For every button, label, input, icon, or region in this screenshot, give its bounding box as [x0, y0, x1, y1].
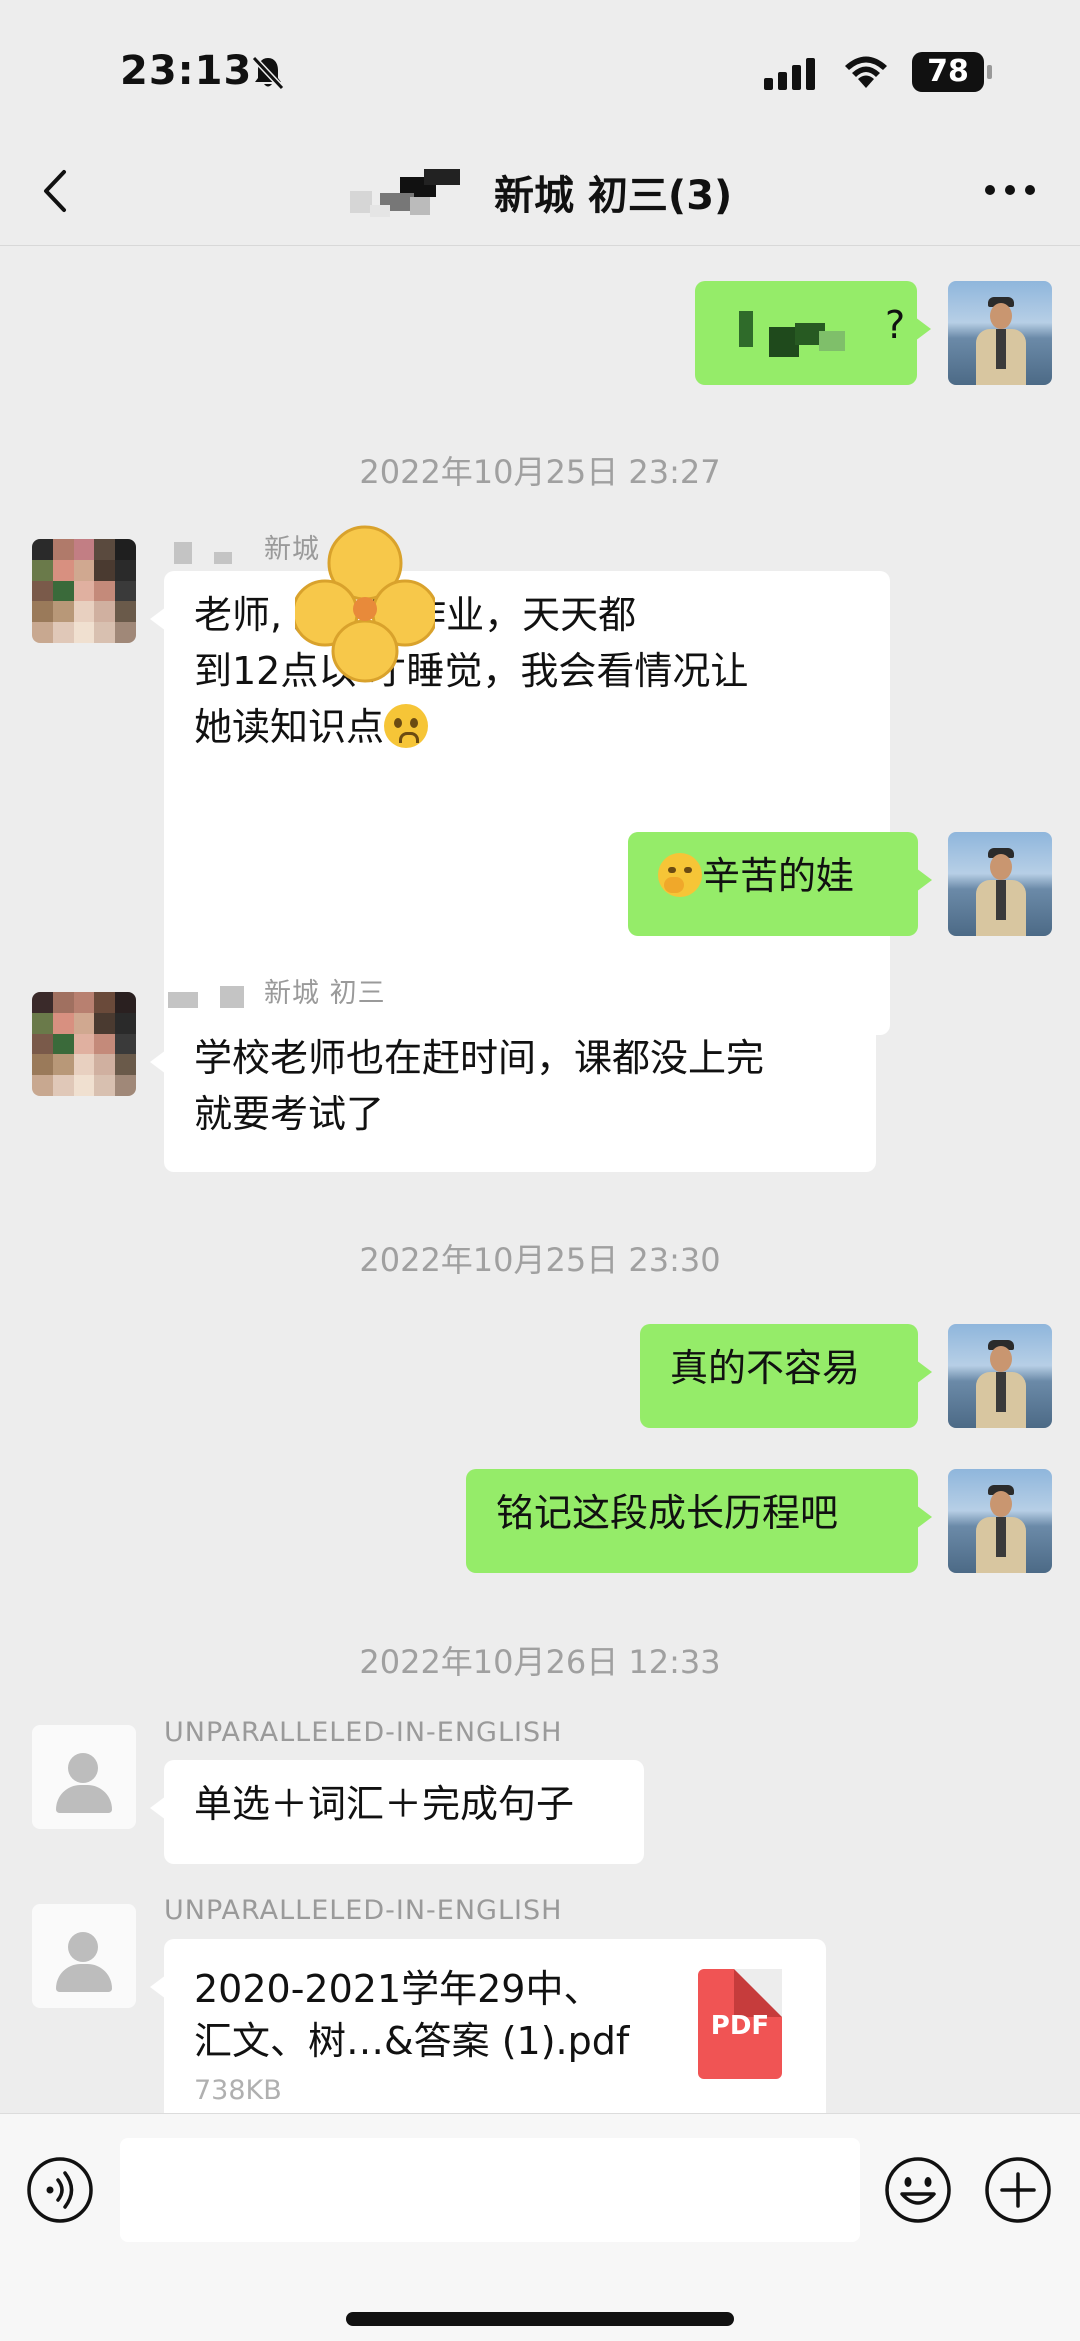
home-indicator[interactable] — [346, 2312, 734, 2326]
battery-indicator: 78 — [912, 52, 992, 92]
message-line: 学校老师也在赶时间，课都没上完 — [194, 1036, 765, 1080]
message-text: ? — [885, 303, 906, 347]
incoming-message-bubble[interactable]: 单选＋词汇＋完成句子 — [150, 1760, 644, 1864]
emoji-picker-icon[interactable] — [884, 2156, 952, 2224]
wifi-icon — [845, 56, 887, 88]
back-arrow-icon[interactable] — [30, 164, 84, 218]
message-input[interactable] — [120, 2138, 860, 2242]
title-redaction-mosaic — [340, 167, 480, 217]
status-time: 23:13 — [120, 48, 253, 94]
contact-avatar[interactable] — [32, 539, 136, 643]
voice-input-icon[interactable] — [26, 2156, 94, 2224]
outgoing-message-bubble[interactable]: 铭记这段成长历程吧 — [466, 1469, 932, 1573]
sender-name: UNPARALLELED-IN-ENGLISH — [164, 1717, 563, 1748]
outgoing-message-bubble[interactable]: ? — [695, 281, 931, 385]
self-avatar[interactable] — [948, 281, 1052, 385]
message-text: 辛苦的娃 — [702, 854, 855, 898]
sender-name: UNPARALLELED-IN-ENGLISH — [164, 1895, 563, 1926]
more-functions-plus-icon[interactable] — [984, 2156, 1052, 2224]
sender-name: 新城 初三 — [164, 971, 386, 1010]
contact-avatar[interactable] — [32, 1725, 136, 1829]
redaction-mosaic — [739, 307, 859, 363]
input-bar — [0, 2113, 1080, 2341]
crying-emoji-icon — [384, 704, 429, 748]
more-options-icon[interactable] — [980, 170, 1040, 210]
sender-redaction-mosaic — [164, 982, 254, 1008]
timestamp-label: 2022年10月25日 23:27 — [359, 453, 721, 491]
message-text: 单选＋词汇＋完成句子 — [194, 1782, 575, 1826]
self-avatar[interactable] — [948, 1324, 1052, 1428]
nav-bar: 新城 初三(3) — [0, 140, 1080, 246]
signal-icon — [764, 58, 815, 90]
message-line: 她读知识点 — [194, 705, 385, 749]
mute-bell-icon — [251, 55, 285, 91]
flower-sticker-icon — [295, 525, 435, 683]
outgoing-message-bubble[interactable]: 辛苦的娃 — [628, 832, 932, 936]
pdf-file-icon: PDF — [698, 1969, 782, 2079]
message-line: 老师, 还在写作业，天天都 — [194, 593, 637, 637]
contact-avatar[interactable] — [32, 992, 136, 1096]
timestamp-label: 2022年10月25日 23:30 — [359, 1241, 721, 1279]
chat-message-list[interactable]: ? 2022年10月25日 23:27 新城 老师, 还在写作业，天天都 到12… — [0, 247, 1080, 2113]
timestamp-label: 2022年10月26日 12:33 — [359, 1643, 721, 1681]
contact-avatar[interactable] — [32, 1904, 136, 2008]
outgoing-message-bubble[interactable]: 真的不容易 — [640, 1324, 932, 1428]
status-bar: 23:13 78 — [0, 0, 1080, 140]
message-text: 真的不容易 — [670, 1346, 861, 1390]
self-avatar[interactable] — [948, 1469, 1052, 1573]
chat-title: 新城 初三(3) — [494, 173, 733, 219]
incoming-message-bubble[interactable]: 老师, 还在写作业，天天都 到12点以 才睡觉，我会看情况让 她读知识点 — [150, 571, 890, 1035]
file-name: 2020-2021学年29中、 汇文、树…&答案 (1).pdf — [194, 1967, 630, 2063]
file-size: 738KB — [194, 2075, 282, 2106]
sender-redaction-mosaic — [164, 538, 254, 564]
message-line: 就要考试了 — [194, 1092, 385, 1136]
message-line: 到12点以 才睡觉，我会看情况让 — [194, 649, 749, 693]
self-avatar[interactable] — [948, 832, 1052, 936]
chat-title-group: 新城 初三(3) — [340, 162, 732, 222]
incoming-message-bubble[interactable]: 学校老师也在赶时间，课都没上完 就要考试了 — [150, 1014, 876, 1172]
thinking-emoji-icon — [658, 853, 702, 897]
message-text: 铭记这段成长历程吧 — [496, 1491, 839, 1535]
file-message-card[interactable]: 2020-2021学年29中、 汇文、树…&答案 (1).pdf 738KB P… — [150, 1939, 826, 2113]
